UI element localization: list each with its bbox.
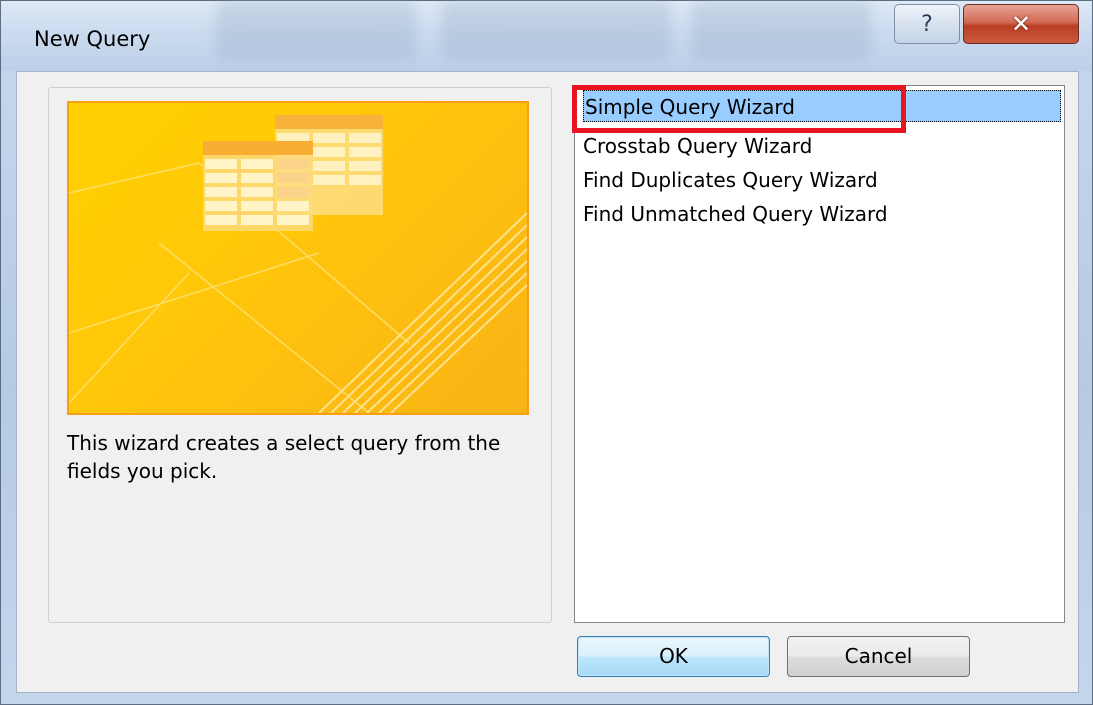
window-title: New Query bbox=[34, 27, 151, 51]
list-item-find-unmatched-query-wizard[interactable]: Find Unmatched Query Wizard bbox=[583, 198, 888, 230]
wizard-description: This wizard creates a select query from … bbox=[67, 431, 501, 483]
ok-button-label: OK bbox=[659, 644, 688, 668]
cancel-button[interactable]: Cancel bbox=[787, 636, 970, 677]
list-item-find-duplicates-query-wizard[interactable]: Find Duplicates Query Wizard bbox=[583, 164, 878, 196]
close-icon: ✕ bbox=[1010, 10, 1032, 38]
list-item-crosstab-query-wizard[interactable]: Crosstab Query Wizard bbox=[583, 130, 812, 162]
close-button[interactable]: ✕ bbox=[963, 4, 1079, 44]
wizard-list[interactable]: Simple Query Wizard Crosstab Query Wizar… bbox=[574, 85, 1065, 623]
query-wizard-illustration bbox=[67, 101, 529, 415]
cancel-button-label: Cancel bbox=[844, 644, 913, 668]
background-ribbon-blur bbox=[691, 1, 871, 59]
new-query-dialog: New Query ? ✕ This wizard creates a sele… bbox=[0, 0, 1093, 705]
title-bar[interactable]: New Query ? ✕ bbox=[1, 1, 1092, 71]
help-icon: ? bbox=[921, 11, 933, 37]
help-button[interactable]: ? bbox=[894, 4, 960, 44]
illustration-graphic bbox=[69, 115, 527, 413]
background-ribbon-blur bbox=[216, 1, 416, 59]
background-ribbon-blur bbox=[441, 1, 671, 59]
ok-button[interactable]: OK bbox=[577, 636, 770, 677]
list-item-simple-query-wizard[interactable]: Simple Query Wizard bbox=[583, 90, 1061, 122]
